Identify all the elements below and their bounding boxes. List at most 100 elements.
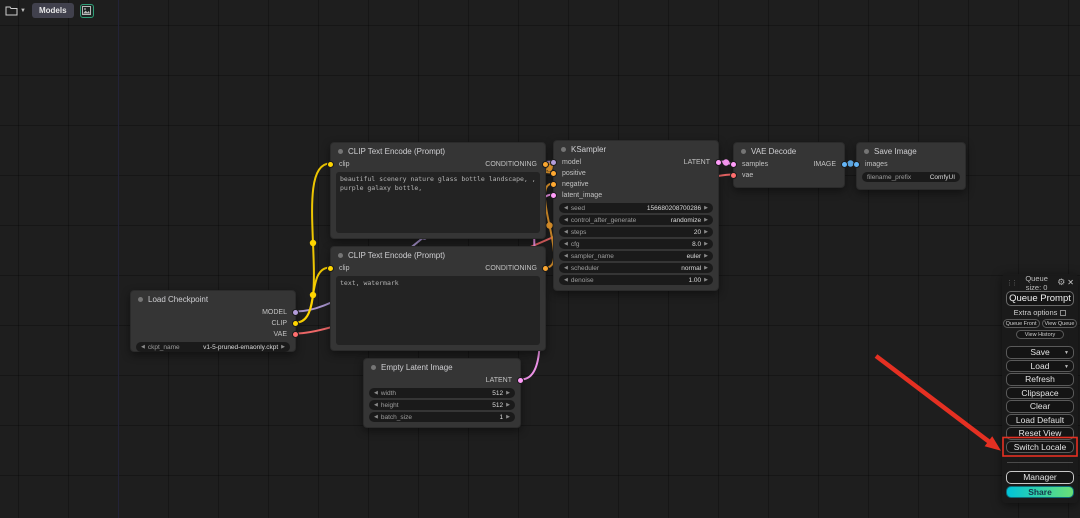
widget-name: width <box>381 390 396 397</box>
widget-width[interactable]: ◀width512▶ <box>369 388 515 398</box>
CLIP-port-label: CLIP <box>271 319 287 329</box>
LATENT-port[interactable] <box>517 377 524 384</box>
CONDITIONING-port[interactable] <box>542 265 549 272</box>
widget-sampler_name[interactable]: ◀sampler_nameeuler▶ <box>559 251 713 261</box>
menu-button-load-default[interactable]: Load Default <box>1006 414 1074 427</box>
images-port[interactable] <box>853 161 860 168</box>
widget-value: normal <box>681 265 701 272</box>
LATENT-port[interactable] <box>715 159 722 166</box>
dropdown-caret-icon[interactable]: ▼ <box>1064 350 1069 356</box>
vae-port[interactable] <box>730 172 737 179</box>
widget-filename_prefix[interactable]: filename_prefixComfyUI <box>862 172 960 182</box>
menu-button-switch-locale[interactable]: Switch Locale <box>1006 441 1074 454</box>
widget-ckpt_name[interactable]: ◀ckpt_namev1-5-pruned-emaonly.ckpt▶ <box>136 342 290 352</box>
widget-name: control_after_generate <box>571 217 636 224</box>
collapse-dot-icon[interactable] <box>741 149 746 154</box>
latent_image-port-label: latent_image <box>562 191 602 201</box>
node-title: Save Image <box>857 143 965 159</box>
node-title: CLIP Text Encode (Prompt) <box>331 143 545 159</box>
widget-batch_size[interactable]: ◀batch_size1▶ <box>369 412 515 422</box>
node-empty-latent-image[interactable]: Empty Latent ImageLATENT◀width512▶◀heigh… <box>363 358 521 428</box>
menu-button-save[interactable]: Save▼ <box>1006 346 1074 359</box>
workflow-folder-button[interactable]: ▼ <box>5 5 26 16</box>
IMAGE-port[interactable] <box>841 161 848 168</box>
share-button[interactable]: Share <box>1006 486 1074 499</box>
folder-icon <box>5 5 18 16</box>
model-port[interactable] <box>550 159 557 166</box>
CLIP-port[interactable] <box>292 320 299 327</box>
vae-port-label: vae <box>742 171 753 181</box>
widget-value: 156680208700286 <box>647 205 701 212</box>
collapse-dot-icon[interactable] <box>864 149 869 154</box>
widget-steps[interactable]: ◀steps20▶ <box>559 227 713 237</box>
node-clip-text-encode-negative[interactable]: CLIP Text Encode (Prompt)clipCONDITIONIN… <box>330 246 546 351</box>
node-ksampler[interactable]: KSamplermodelpositivenegativelatent_imag… <box>553 140 719 291</box>
widget-scheduler[interactable]: ◀schedulernormal▶ <box>559 263 713 273</box>
widget-cfg[interactable]: ◀cfg8.0▶ <box>559 239 713 249</box>
dropdown-caret-icon[interactable]: ▼ <box>1064 364 1069 370</box>
comfyui-canvas[interactable]: ▼ Models ⋮⋮ Queue size: 0 ⚙ ✕ Queue Prom… <box>0 0 1080 518</box>
MODEL-port[interactable] <box>292 309 299 316</box>
node-load-checkpoint[interactable]: Load CheckpointMODELCLIPVAE◀ckpt_namev1-… <box>130 290 296 352</box>
queue-prompt-button[interactable]: Queue Prompt <box>1006 291 1074 306</box>
arrow-right-icon: ▶ <box>704 218 708 223</box>
model-port-label: model <box>562 158 581 168</box>
IMAGE-port-label: IMAGE <box>813 160 836 170</box>
comfy-menu: ⋮⋮ Queue size: 0 ⚙ ✕ Queue Prompt Extra … <box>1002 274 1078 503</box>
arrow-left-icon: ◀ <box>374 403 378 408</box>
arrow-right-icon: ▶ <box>506 391 510 396</box>
widget-seed[interactable]: ◀seed156680208700286▶ <box>559 203 713 213</box>
CONDITIONING-port[interactable] <box>542 161 549 168</box>
widget-height[interactable]: ◀height512▶ <box>369 400 515 410</box>
menu-button-load[interactable]: Load▼ <box>1006 360 1074 373</box>
collapse-dot-icon[interactable] <box>371 365 376 370</box>
positive-port[interactable] <box>550 170 557 177</box>
view-queue-button[interactable]: View Queue <box>1042 319 1078 328</box>
widget-name: batch_size <box>381 414 412 421</box>
menu-button-clear[interactable]: Clear <box>1006 400 1074 413</box>
collapse-dot-icon[interactable] <box>338 253 343 258</box>
collapse-dot-icon[interactable] <box>561 147 566 152</box>
widget-value: 512 <box>492 390 503 397</box>
widget-name: scheduler <box>571 265 599 272</box>
prompt-textarea[interactable]: beautiful scenery nature glass bottle la… <box>336 172 540 233</box>
samples-port[interactable] <box>730 161 737 168</box>
negative-port-label: negative <box>562 180 588 190</box>
extra-options-checkbox[interactable] <box>1060 310 1066 316</box>
models-button[interactable]: Models <box>32 3 74 18</box>
prompt-textarea[interactable]: text, watermark <box>336 276 540 345</box>
close-icon[interactable]: ✕ <box>1067 279 1074 287</box>
queue-front-button[interactable]: Queue Front <box>1003 319 1040 328</box>
menu-button-refresh[interactable]: Refresh <box>1006 373 1074 386</box>
collapse-dot-icon[interactable] <box>338 149 343 154</box>
widget-control_after_generate[interactable]: ◀control_after_generaterandomize▶ <box>559 215 713 225</box>
clip-port[interactable] <box>327 161 334 168</box>
latent_image-port[interactable] <box>550 192 557 199</box>
menu-button-clipspace[interactable]: Clipspace <box>1006 387 1074 400</box>
node-title: Empty Latent Image <box>364 359 520 375</box>
menu-button-reset-view[interactable]: Reset View <box>1006 427 1074 440</box>
widget-name: filename_prefix <box>867 174 911 181</box>
node-title-label: Save Image <box>874 147 917 156</box>
widget-value: 20 <box>694 229 701 236</box>
widget-denoise[interactable]: ◀denoise1.00▶ <box>559 275 713 285</box>
clip-port[interactable] <box>327 265 334 272</box>
widget-name: cfg <box>571 241 580 248</box>
negative-port[interactable] <box>550 181 557 188</box>
VAE-port[interactable] <box>292 331 299 338</box>
settings-gear-icon[interactable]: ⚙ <box>1057 279 1065 288</box>
drag-handle-icon[interactable]: ⋮⋮ <box>1006 279 1016 287</box>
arrow-right-icon: ▶ <box>704 254 708 259</box>
collapse-dot-icon[interactable] <box>138 297 143 302</box>
node-save-image[interactable]: Save Imageimagesfilename_prefixComfyUI <box>856 142 966 190</box>
node-vae-decode[interactable]: VAE DecodesamplesvaeIMAGE <box>733 142 845 188</box>
view-history-button[interactable]: View History <box>1016 330 1064 339</box>
chevron-down-icon: ▼ <box>20 8 26 14</box>
manager-button[interactable]: Manager <box>1006 471 1074 484</box>
arrow-left-icon: ◀ <box>564 218 568 223</box>
node-title-label: KSampler <box>571 145 606 154</box>
node-clip-text-encode-positive[interactable]: CLIP Text Encode (Prompt)clipCONDITIONIN… <box>330 142 546 239</box>
gallery-button[interactable] <box>80 4 94 18</box>
arrow-left-icon: ◀ <box>141 345 145 350</box>
node-title: Load Checkpoint <box>131 291 295 307</box>
